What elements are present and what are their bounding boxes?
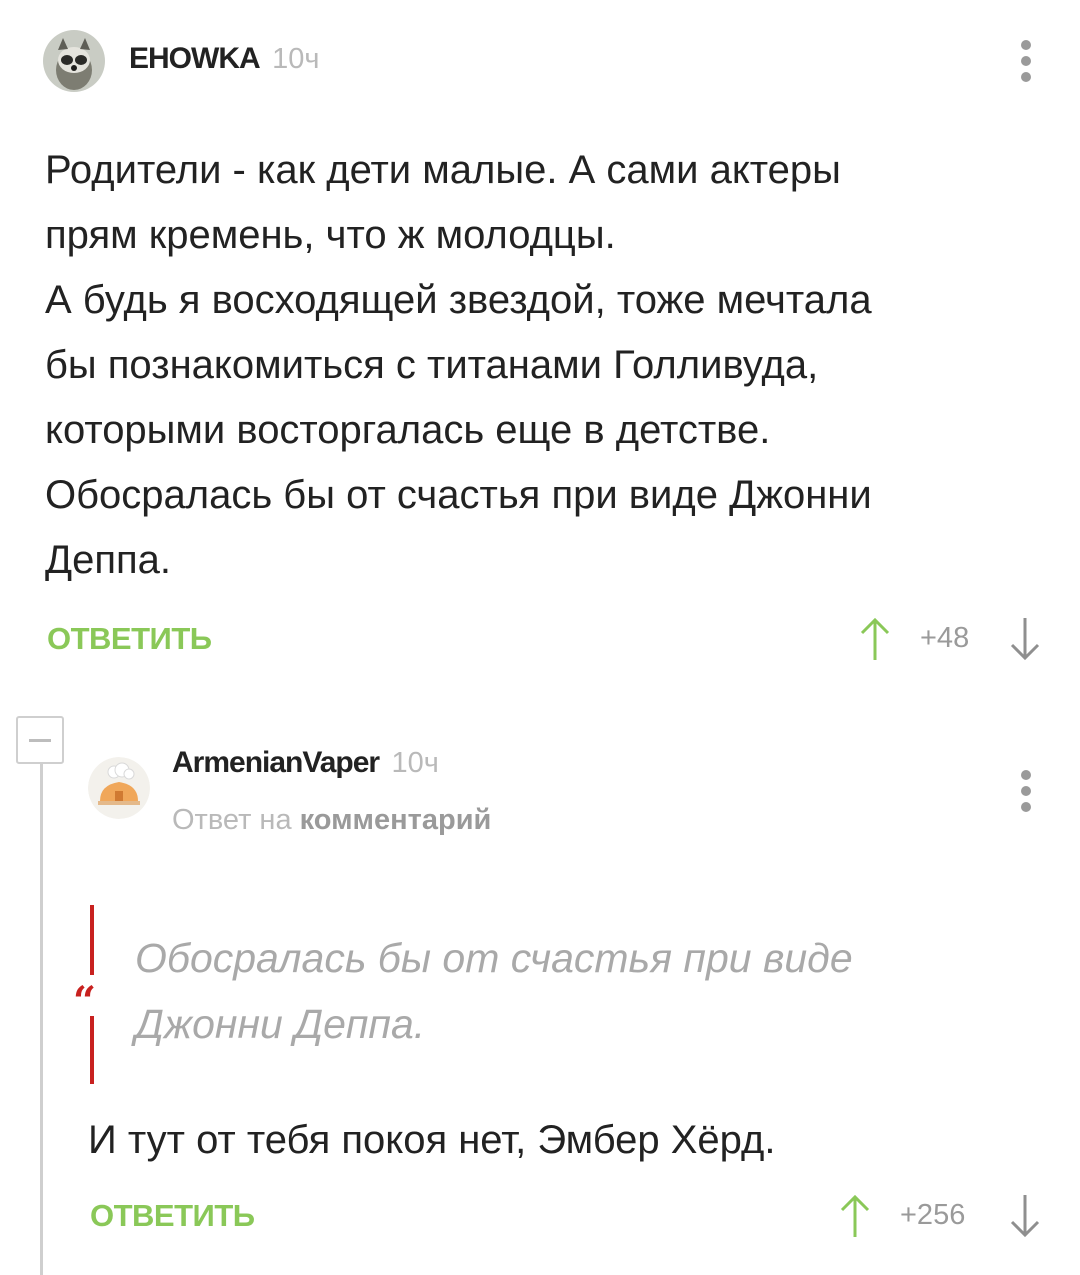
upvote-icon[interactable]: [858, 616, 892, 667]
rating-value: +48: [920, 622, 970, 654]
downvote-icon[interactable]: [1008, 616, 1042, 667]
comment-text: И тут от тебя покоя нет, Эмбер Хёрд.: [88, 1118, 776, 1162]
author-name[interactable]: EHOWKA: [129, 42, 261, 75]
more-vertical-icon[interactable]: [1019, 770, 1033, 818]
reply-to-link[interactable]: комментарий: [300, 804, 492, 836]
comment-time: 10ч: [391, 747, 439, 779]
author-line: EHOWKA 10ч: [129, 42, 319, 76]
raccoon-avatar-icon: [43, 30, 105, 92]
downvote-icon[interactable]: [1008, 1193, 1042, 1244]
author-avatar[interactable]: [43, 30, 105, 92]
comment-text: Родители - как дети малые. А сами актеры…: [45, 148, 872, 582]
reply-to-line: Ответ на комментарий: [172, 804, 491, 837]
quote-bar: [90, 905, 94, 975]
thread-line[interactable]: [40, 764, 43, 1275]
cartoon-house-avatar-icon: [88, 757, 150, 819]
author-line: ArmenianVaper 10ч: [172, 746, 439, 780]
author-avatar[interactable]: [88, 757, 150, 819]
collapse-thread-button[interactable]: [16, 716, 64, 764]
reply-button[interactable]: ОТВЕТИТЬ: [90, 1198, 255, 1234]
rating-value: +256: [900, 1199, 966, 1231]
reply-to-prefix: Ответ на: [172, 804, 292, 836]
reply-button[interactable]: ОТВЕТИТЬ: [47, 621, 212, 657]
more-vertical-icon[interactable]: [1019, 40, 1033, 88]
upvote-icon[interactable]: [838, 1193, 872, 1244]
author-name[interactable]: ArmenianVaper: [172, 746, 380, 779]
quoted-text: Обосралась бы от счастья при виде Джонни…: [135, 935, 853, 1047]
comment-time: 10ч: [272, 43, 320, 75]
quote-bar: [90, 1016, 94, 1084]
